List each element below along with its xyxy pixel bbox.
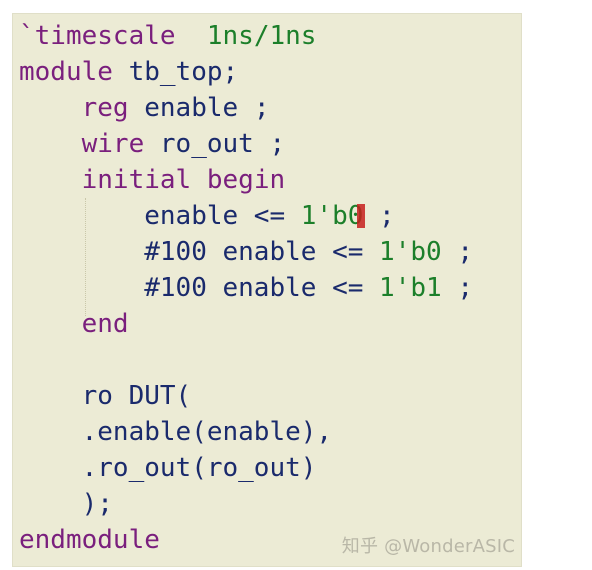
code-line: #100 enable <= 1'b1 ; xyxy=(19,270,473,306)
code-block[interactable]: `timescale 1ns/1ns module tb_top; reg ena… xyxy=(19,18,473,558)
code-line: `timescale 1ns/1ns xyxy=(19,18,473,54)
keyword-token: reg xyxy=(81,93,129,123)
code-line: ); xyxy=(19,486,473,522)
keyword-token: end xyxy=(81,309,129,339)
literal-token: 1'b1 xyxy=(379,273,442,303)
code-token: enable <= xyxy=(144,201,301,231)
code-token: .ro_out(ro_out) xyxy=(81,453,317,483)
keyword-token: module xyxy=(19,57,113,87)
code-token: ro DUT( xyxy=(81,381,192,411)
code-token: ; xyxy=(441,237,473,267)
keyword-token: `timescale xyxy=(19,21,176,51)
keyword-token: endmodule xyxy=(19,525,160,555)
code-editor[interactable]: `timescale 1ns/1ns module tb_top; reg ena… xyxy=(13,14,521,566)
code-token: .enable(enable), xyxy=(81,417,333,447)
keyword-token: wire xyxy=(81,129,145,159)
literal-token: 1ns/1ns xyxy=(206,21,317,51)
code-token: ro_out ; xyxy=(159,129,286,159)
literal-token: 1'b0 xyxy=(379,237,442,267)
code-line: .ro_out(ro_out) xyxy=(19,450,473,486)
code-line: ro DUT( xyxy=(19,378,473,414)
code-line: #100 enable <= 1'b0 ; xyxy=(19,234,473,270)
code-line: wire ro_out ; xyxy=(19,126,473,162)
code-line: end xyxy=(19,306,473,342)
code-token: #100 enable <= xyxy=(144,237,380,267)
code-token: tb_top; xyxy=(128,57,239,87)
code-token: ; xyxy=(441,273,473,303)
code-token: enable ; xyxy=(144,93,270,123)
literal-token: 1'b0 xyxy=(300,201,364,231)
watermark: 知乎 @WonderASIC xyxy=(341,536,515,557)
text-cursor xyxy=(357,204,366,228)
code-token: ); xyxy=(81,489,113,519)
code-line: initial begin xyxy=(19,162,473,198)
keyword-token: begin xyxy=(206,165,286,195)
code-token: #100 enable <= xyxy=(144,273,380,303)
code-line: enable <= 1'b0 ; xyxy=(19,198,473,234)
code-token: ; xyxy=(363,201,395,231)
keyword-token: initial xyxy=(81,165,192,195)
code-line: .enable(enable), xyxy=(19,414,473,450)
code-line: module tb_top; xyxy=(19,54,473,90)
code-line: reg enable ; xyxy=(19,90,473,126)
